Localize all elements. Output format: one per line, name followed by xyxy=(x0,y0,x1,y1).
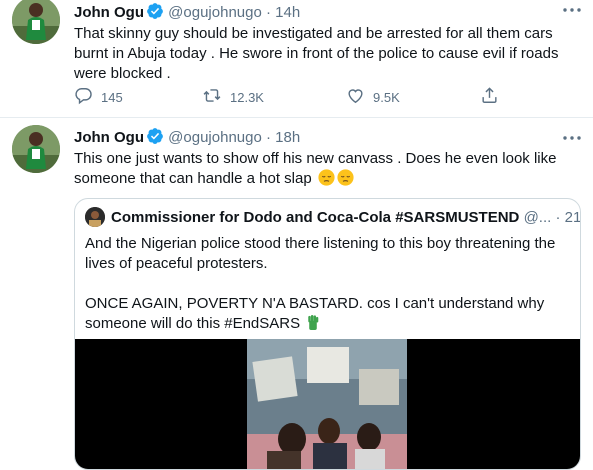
share-icon xyxy=(480,86,499,108)
separator-dot: · xyxy=(265,4,271,21)
author-handle[interactable]: @ogujohnugo xyxy=(168,4,262,21)
author-name[interactable]: John Ogu xyxy=(74,129,144,146)
avatar[interactable] xyxy=(12,0,60,44)
timestamp[interactable]: 14h xyxy=(275,4,300,21)
quoted-author-handle[interactable]: @... xyxy=(524,209,552,226)
tweet[interactable]: John Ogu @ogujohnugo · 14h That skinny g… xyxy=(0,0,593,118)
pensive-emoji-icon xyxy=(318,169,335,192)
timestamp[interactable]: 18h xyxy=(275,129,300,146)
raised-fist-emoji-icon xyxy=(306,314,320,337)
quoted-author-name[interactable]: Commissioner for Dodo and Coca-Cola #SAR… xyxy=(111,209,519,226)
like-button[interactable]: 9.5K xyxy=(346,86,400,108)
tweet-header: John Ogu @ogujohnugo · 18h xyxy=(74,127,300,147)
tweet-text: That skinny guy should be investigated a… xyxy=(74,25,559,82)
quoted-avatar[interactable] xyxy=(85,207,105,227)
tweet-text-block: This one just wants to show off his new … xyxy=(74,149,579,192)
quoted-tweet-header: Commissioner for Dodo and Coca-Cola #SAR… xyxy=(85,207,580,227)
reply-icon xyxy=(74,86,93,108)
reply-button[interactable]: 145 xyxy=(74,86,123,108)
more-icon[interactable] xyxy=(561,129,583,147)
quoted-tweet[interactable]: Commissioner for Dodo and Coca-Cola #SAR… xyxy=(74,198,581,470)
quoted-timestamp[interactable]: 21h xyxy=(565,209,580,226)
reply-count: 145 xyxy=(101,89,123,105)
retweet-button[interactable]: 12.3K xyxy=(202,86,264,108)
tweet-text: This one just wants to show off his new … xyxy=(74,150,557,187)
share-button[interactable] xyxy=(480,86,499,108)
tweet-header: John Ogu @ogujohnugo · 14h xyxy=(74,2,300,22)
more-icon[interactable] xyxy=(561,1,583,19)
tweet[interactable]: John Ogu @ogujohnugo · 18h This one just… xyxy=(0,117,593,470)
separator-dot: · xyxy=(265,129,271,146)
quoted-text-line: And the Nigerian police stood there list… xyxy=(85,235,556,272)
verified-badge-icon xyxy=(146,2,164,24)
retweet-count: 12.3K xyxy=(230,89,264,105)
tweet-actions: 145 12.3K 9.5K xyxy=(74,86,514,108)
author-handle[interactable]: @ogujohnugo xyxy=(168,129,262,146)
retweet-icon xyxy=(202,86,222,108)
like-icon xyxy=(346,86,365,108)
quoted-media-video[interactable] xyxy=(75,339,580,469)
separator-dot: · xyxy=(555,209,561,226)
like-count: 9.5K xyxy=(373,89,400,105)
author-name[interactable]: John Ogu xyxy=(74,4,144,21)
avatar[interactable] xyxy=(12,125,60,173)
verified-badge-icon xyxy=(146,127,164,149)
pensive-emoji-icon xyxy=(337,169,354,192)
video-thumbnail xyxy=(247,339,407,469)
quoted-tweet-text: And the Nigerian police stood there list… xyxy=(85,234,575,337)
